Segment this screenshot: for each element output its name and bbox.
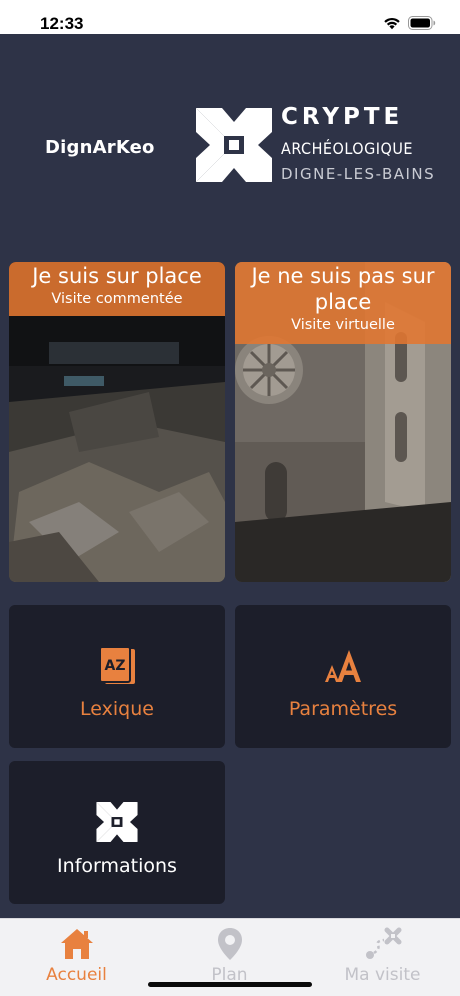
informations-button[interactable]: Informations	[9, 761, 225, 904]
battery-icon	[408, 16, 436, 30]
map-pin-icon	[217, 926, 243, 962]
tab-ma-visite-label: Ma visite	[344, 965, 421, 985]
lexique-label: Lexique	[80, 698, 154, 720]
visit-virtual-card[interactable]: Je ne suis pas sur place Visite virtuell…	[235, 262, 451, 582]
home-indicator	[148, 982, 312, 987]
parametres-button[interactable]: Paramètres	[235, 605, 451, 748]
logo-title: CRYPTE	[281, 104, 404, 130]
status-time: 12:33	[40, 14, 84, 33]
tab-accueil[interactable]: Accueil	[0, 919, 153, 996]
route-icon	[364, 926, 402, 962]
status-bar: 12:33	[0, 0, 460, 34]
dictionary-icon-text: AZ	[105, 658, 126, 674]
visit-onsite-card[interactable]: Je suis sur place Visite commentée	[9, 262, 225, 582]
visit-virtual-subtitle: Visite virtuelle	[291, 317, 395, 333]
visit-onsite-banner: Je suis sur place Visite commentée	[9, 262, 225, 316]
lexique-button[interactable]: AZ Lexique	[9, 605, 225, 748]
visit-onsite-subtitle: Visite commentée	[51, 291, 183, 307]
dictionary-icon: AZ	[97, 645, 137, 687]
font-size-icon	[323, 645, 363, 687]
visit-virtual-banner: Je ne suis pas sur place Visite virtuell…	[235, 262, 451, 344]
tab-ma-visite[interactable]: Ma visite	[306, 919, 459, 996]
wifi-icon	[384, 17, 400, 30]
visit-onsite-title: Je suis sur place	[32, 264, 202, 288]
brand-name: DignArKeo	[45, 137, 155, 158]
crypte-logo-icon	[196, 108, 272, 182]
logo-city: DIGNE-LES-BAINS	[281, 165, 436, 183]
crypte-logo-small-icon	[96, 801, 138, 843]
home-icon	[60, 926, 94, 962]
tab-accueil-label: Accueil	[46, 965, 107, 985]
parametres-label: Paramètres	[288, 698, 398, 720]
logo-subtitle: ARCHÉOLOGIQUE	[281, 139, 413, 158]
informations-label: Informations	[57, 855, 177, 877]
status-icons	[383, 16, 436, 30]
visit-virtual-title: Je ne suis pas sur place	[251, 264, 435, 314]
